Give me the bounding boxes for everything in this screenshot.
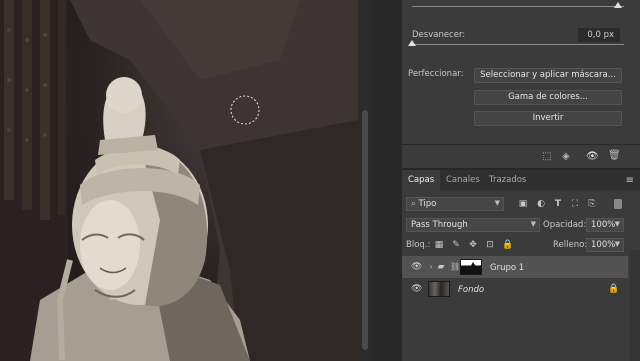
- filter-toggle-icon[interactable]: [614, 199, 622, 209]
- top-slider-track: [412, 6, 624, 7]
- panel-dock-gap: [372, 0, 402, 361]
- filter-smartobject-icon[interactable]: ⎘: [587, 199, 597, 209]
- filter-pixel-icon[interactable]: ▣: [518, 199, 528, 209]
- chevron-right-icon[interactable]: ›: [426, 262, 436, 272]
- filter-type-icon[interactable]: T: [553, 199, 563, 209]
- layer-name-fondo[interactable]: Fondo: [458, 285, 484, 295]
- panel-menu-icon[interactable]: ≡: [626, 175, 634, 186]
- layers-tabbar: Capas Canales Trazados ≡: [402, 170, 640, 190]
- props-divider: [402, 144, 640, 145]
- canvas-vertical-scrollbar[interactable]: [358, 0, 372, 361]
- fondo-thumbnail[interactable]: [428, 281, 450, 297]
- apply-mask-icon[interactable]: ◈: [562, 151, 570, 162]
- visibility-eye-icon[interactable]: 👁: [586, 151, 599, 162]
- fill-label: Relleno:: [553, 240, 588, 250]
- trash-icon[interactable]: 🗑: [608, 150, 621, 161]
- opacity-field[interactable]: 100% ▼: [586, 218, 624, 232]
- layer-row-fondo[interactable]: 👁 Fondo 🔒: [402, 278, 628, 300]
- desvanecer-label: Desvanecer:: [412, 30, 466, 40]
- eye-icon[interactable]: 👁: [411, 262, 422, 272]
- tab-capas[interactable]: Capas: [402, 170, 441, 190]
- filter-kind-select[interactable]: ⌕ Tipo ▼: [406, 197, 504, 211]
- lock-position-icon[interactable]: ✥: [468, 240, 478, 250]
- filter-adjustment-icon[interactable]: ◐: [536, 199, 546, 209]
- document-canvas[interactable]: [0, 0, 358, 361]
- layer-name-grupo-1[interactable]: Grupo 1: [490, 263, 524, 273]
- chevron-down-icon: ▼: [494, 199, 500, 207]
- lock-label: Bloq.:: [406, 240, 431, 250]
- mask-thumbnail[interactable]: [460, 259, 482, 275]
- lock-paint-icon[interactable]: ✎: [451, 240, 461, 250]
- invert-button[interactable]: Invertir: [474, 111, 622, 126]
- properties-panel: Desvanecer: 0,0 px Perfeccionar: Selecci…: [402, 0, 640, 168]
- lock-all-icon[interactable]: 🔒: [502, 240, 513, 250]
- scrollbar-thumb[interactable]: [362, 110, 368, 350]
- lock-transparent-icon[interactable]: ▦: [434, 240, 444, 250]
- desvanecer-value-field[interactable]: 0,0 px: [578, 28, 620, 42]
- desvanecer-slider-track: [412, 44, 624, 45]
- tab-trazados[interactable]: Trazados: [483, 170, 532, 190]
- chevron-down-icon: ▼: [614, 220, 620, 228]
- layers-panel: Capas Canales Trazados ≡ ⌕ Tipo ▼ ▣ ◐ T …: [402, 170, 640, 361]
- blend-mode-value: Pass Through: [411, 220, 468, 230]
- folder-icon: ▰: [437, 262, 445, 272]
- lock-icon: 🔒: [608, 284, 620, 294]
- desvanecer-slider-knob[interactable]: [408, 40, 416, 46]
- blend-mode-select[interactable]: Pass Through ▼: [406, 218, 540, 232]
- tab-canales[interactable]: Canales: [440, 170, 486, 190]
- dotted-selection-icon[interactable]: ⬚: [542, 151, 551, 162]
- chevron-down-icon: ▼: [614, 240, 620, 248]
- link-icon[interactable]: ⛓: [450, 262, 460, 272]
- fill-value: 100%: [591, 240, 616, 250]
- terracotta-warrior-photo: [0, 0, 358, 361]
- perfeccionar-label: Perfeccionar:: [408, 69, 464, 79]
- opacity-label: Opacidad:: [543, 220, 587, 230]
- opacity-value: 100%: [591, 220, 616, 230]
- mask-thumbnail-image: [461, 262, 481, 274]
- filter-kind-value: Tipo: [418, 199, 437, 209]
- color-range-button[interactable]: Gama de colores...: [474, 90, 622, 105]
- select-and-mask-button[interactable]: Seleccionar y aplicar máscara...: [474, 68, 622, 83]
- chevron-down-icon: ▼: [530, 220, 536, 228]
- eye-icon[interactable]: 👁: [411, 284, 422, 294]
- top-slider-knob[interactable]: [614, 2, 622, 8]
- layers-scrollbar[interactable]: [630, 250, 640, 361]
- fill-field[interactable]: 100% ▼: [586, 238, 624, 252]
- layer-row-grupo-1[interactable]: 👁 › ▰ ⛓ Grupo 1: [402, 256, 628, 278]
- lock-artboard-icon[interactable]: ⊡: [485, 240, 495, 250]
- filter-shape-icon[interactable]: ⛶: [570, 199, 580, 209]
